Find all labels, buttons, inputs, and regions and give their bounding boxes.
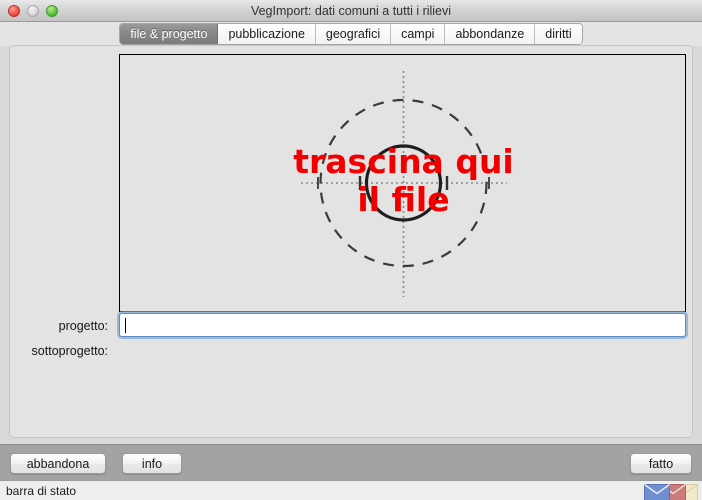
tab-abbondanze[interactable]: abbondanze — [445, 24, 536, 44]
tab-pubblicazione[interactable]: pubblicazione — [218, 24, 316, 44]
fatto-button[interactable]: fatto — [630, 453, 692, 474]
progetto-input[interactable] — [120, 314, 685, 336]
status-bar-icons — [634, 481, 700, 500]
tab-diritti[interactable]: diritti — [535, 24, 582, 44]
title-bar: VegImport: dati comuni a tutti i rilievi — [0, 0, 702, 22]
button-bar: abbandona info fatto — [0, 444, 702, 480]
envelope-blue-icon[interactable] — [644, 484, 670, 500]
status-bar-text: barra di stato — [6, 484, 77, 498]
application-window: VegImport: dati comuni a tutti i rilievi… — [0, 0, 702, 500]
file-dropzone[interactable]: trascina qui il file — [119, 54, 686, 312]
tab-bar: file & progetto pubblicazione geografici… — [0, 22, 702, 46]
tab-geografici[interactable]: geografici — [315, 24, 392, 44]
progetto-input-wrapper[interactable] — [119, 313, 686, 337]
crosshair-target-icon — [301, 71, 507, 297]
abbandona-button[interactable]: abbandona — [10, 453, 106, 474]
status-bar: barra di stato — [0, 480, 702, 500]
tab-file-progetto[interactable]: file & progetto — [120, 24, 219, 44]
tab-campi[interactable]: campi — [391, 24, 446, 44]
tab-group: file & progetto pubblicazione geografici… — [119, 23, 583, 45]
text-caret — [125, 318, 126, 333]
progetto-label: progetto: — [58, 319, 108, 333]
window-title: VegImport: dati comuni a tutti i rilievi — [250, 4, 452, 18]
info-button[interactable]: info — [122, 453, 182, 474]
sottoprogetto-label: sottoprogetto: — [31, 344, 108, 358]
